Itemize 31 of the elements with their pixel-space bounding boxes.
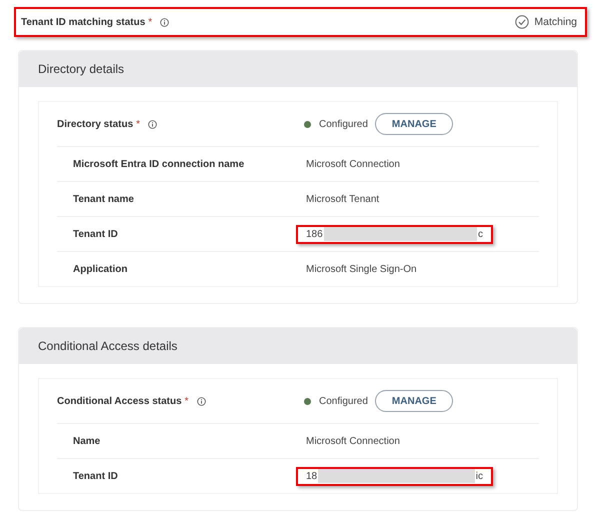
field-value: Microsoft Connection bbox=[305, 435, 401, 449]
info-icon[interactable] bbox=[148, 120, 158, 128]
value-start: 186 bbox=[306, 228, 323, 240]
field-label: Conditional Access status bbox=[57, 396, 182, 406]
required-mark: * bbox=[136, 118, 140, 130]
status-value: Configured bbox=[319, 396, 368, 406]
field-label: Tenant ID matching status bbox=[21, 16, 146, 28]
section-title: Conditional Access details bbox=[38, 339, 178, 353]
value-start: 18 bbox=[306, 470, 318, 482]
field-label: Directory status bbox=[57, 118, 134, 130]
status-value: Configured bbox=[319, 118, 368, 130]
field-value: Microsoft Connection bbox=[305, 158, 401, 172]
field-label: Tenant ID bbox=[73, 470, 119, 482]
value-end: ic bbox=[476, 470, 483, 482]
status-value: Matching bbox=[534, 16, 577, 28]
field-label: Name bbox=[73, 436, 102, 446]
manage-button[interactable]: MANAGE bbox=[374, 390, 454, 412]
field-label: Tenant ID bbox=[73, 228, 119, 240]
required-mark: * bbox=[184, 396, 189, 406]
info-icon[interactable] bbox=[160, 18, 170, 26]
check-circle-icon bbox=[515, 15, 530, 29]
field-label: Tenant name bbox=[73, 194, 135, 204]
field-value: Microsoft Tenant bbox=[305, 193, 380, 207]
field-value: Microsoft Single Sign-On bbox=[305, 263, 418, 277]
required-mark: * bbox=[148, 16, 152, 28]
info-icon[interactable] bbox=[196, 396, 206, 406]
value-end: c bbox=[478, 228, 483, 240]
field-label: Microsoft Entra ID connection name bbox=[73, 158, 246, 170]
section-title: Directory details bbox=[38, 62, 124, 76]
manage-button[interactable]: MANAGE bbox=[374, 113, 454, 135]
field-label: Application bbox=[73, 264, 128, 274]
